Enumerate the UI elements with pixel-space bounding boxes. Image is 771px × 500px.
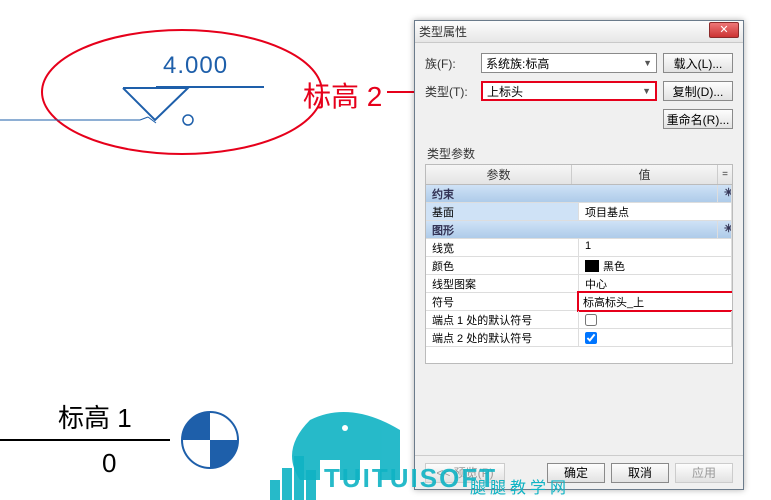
watermark-logo-icon — [270, 456, 316, 500]
row-base-value[interactable]: 项目基点 — [579, 203, 732, 220]
row-end1-value[interactable] — [579, 311, 732, 328]
row-pattern-param: 线型图案 — [426, 275, 579, 292]
row-lw-param: 线宽 — [426, 239, 579, 256]
close-button[interactable]: ✕ — [709, 22, 739, 38]
row-end1-param: 端点 1 处的默认符号 — [426, 311, 579, 328]
cancel-button[interactable]: 取消 — [611, 463, 669, 483]
row-color[interactable]: 颜色 黑色 — [426, 257, 732, 275]
row-lw-value[interactable]: 1 — [579, 239, 732, 256]
family-label: 族(F): — [425, 55, 475, 72]
row-end2-param: 端点 2 处的默认符号 — [426, 329, 579, 346]
dialog-title: 类型属性 — [419, 23, 467, 40]
row-base-param: 基面 — [426, 203, 579, 220]
row-symbol[interactable]: 符号 标高标头_上 — [426, 293, 732, 311]
chevron-down-icon: ▼ — [642, 86, 651, 96]
family-value: 系统族:标高 — [486, 55, 549, 72]
load-button[interactable]: 载入(L)... — [663, 53, 733, 73]
row-symbol-value[interactable]: 标高标头_上 — [577, 291, 732, 312]
level1-label: 标高 1 — [58, 398, 132, 435]
type-properties-dialog: 类型属性 ✕ 族(F): 系统族:标高 ▼ 载入(L)... 类型(T): 上标… — [414, 20, 744, 490]
row-pattern-value[interactable]: 中心 — [579, 275, 732, 292]
section-constraints[interactable]: 约束 ✳ — [426, 185, 732, 203]
col-parameter[interactable]: 参数 — [426, 165, 572, 184]
section-graphics[interactable]: 图形 ✳ — [426, 221, 732, 239]
col-menu-icon[interactable]: = — [718, 165, 732, 184]
col-value[interactable]: 值 — [572, 165, 718, 184]
type-value: 上标头 — [487, 83, 523, 100]
annotation-level2-label: 标高 2 — [303, 75, 382, 115]
row-end1[interactable]: 端点 1 处的默认符号 — [426, 311, 732, 329]
section-graphics-label: 图形 — [426, 221, 718, 238]
rename-button[interactable]: 重命名(R)... — [663, 109, 733, 129]
close-icon: ✕ — [719, 25, 728, 36]
collapse-icon[interactable]: ✳ — [718, 185, 732, 202]
row-base[interactable]: 基面 项目基点 — [426, 203, 732, 221]
color-swatch-icon — [585, 260, 599, 272]
watermark-subtitle: 腿腿教学网 — [470, 474, 570, 498]
level2-elevation-value: 4.000 — [163, 52, 228, 80]
apply-button[interactable]: 应用 — [675, 463, 733, 483]
row-end2-value[interactable] — [579, 329, 732, 346]
type-label: 类型(T): — [425, 83, 475, 100]
collapse-icon[interactable]: ✳ — [718, 221, 732, 238]
dialog-titlebar[interactable]: 类型属性 ✕ — [415, 21, 743, 43]
chevron-down-icon: ▼ — [643, 58, 652, 68]
grid-body[interactable]: 约束 ✳ 基面 项目基点 图形 ✳ 线宽 1 颜色 黑色 — [426, 185, 732, 365]
grid-header: 参数 值 = — [426, 165, 732, 185]
end1-checkbox[interactable] — [585, 314, 597, 326]
end2-checkbox[interactable] — [585, 332, 597, 344]
watermark: TUITUISOFT — [270, 456, 497, 500]
row-color-text: 黑色 — [603, 258, 625, 274]
row-symbol-param: 符号 — [426, 293, 579, 310]
row-lineweight[interactable]: 线宽 1 — [426, 239, 732, 257]
type-parameters-label: 类型参数 — [415, 139, 743, 164]
row-color-param: 颜色 — [426, 257, 579, 274]
level1-elevation-value: 0 — [102, 448, 116, 479]
parameters-grid: 参数 值 = 约束 ✳ 基面 项目基点 图形 ✳ 线宽 1 颜色 — [425, 164, 733, 364]
family-dropdown[interactable]: 系统族:标高 ▼ — [481, 53, 657, 73]
section-constraints-label: 约束 — [426, 185, 718, 202]
duplicate-button[interactable]: 复制(D)... — [663, 81, 733, 101]
type-dropdown[interactable]: 上标头 ▼ — [481, 81, 657, 101]
row-color-value[interactable]: 黑色 — [579, 257, 732, 274]
row-end2[interactable]: 端点 2 处的默认符号 — [426, 329, 732, 347]
